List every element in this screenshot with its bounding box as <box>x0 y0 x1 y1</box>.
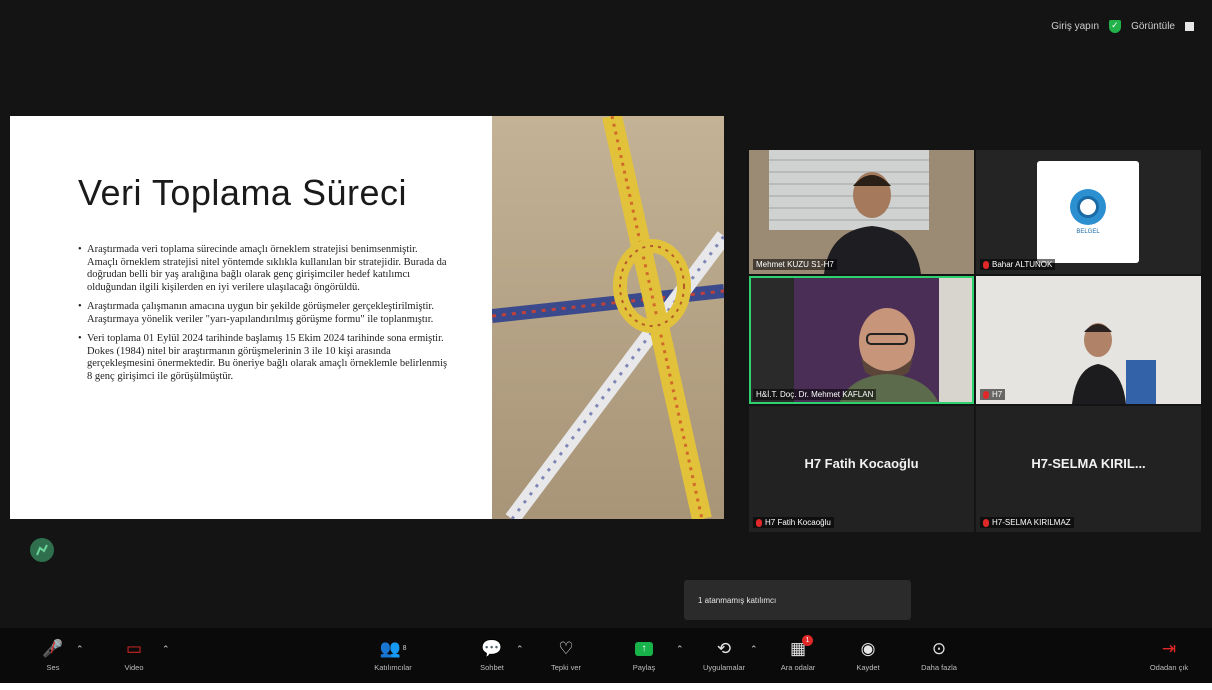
record-button[interactable]: ◉ Kaydet <box>848 628 888 683</box>
breakout-rooms-button[interactable]: ▦ 1 Ara odalar <box>772 628 824 683</box>
view-button[interactable]: Görüntüle <box>1131 21 1175 32</box>
video-tile-mehmet-kaflan[interactable]: H&İ.T. Doç. Dr. Mehmet KAFLAN <box>749 276 974 404</box>
participants-button[interactable]: 👥 8 Katılımcılar <box>365 628 421 683</box>
chat-icon: 💬 <box>481 639 503 658</box>
slide-bullet-2: Araştırmada çalışmanın amacına uygun bir… <box>78 301 450 326</box>
breakout-rooms-icon: ▦ 1 <box>790 635 814 659</box>
share-screen-button[interactable]: ↑ Paylaş <box>624 628 664 683</box>
participant-name-tag: H7 <box>980 389 1006 400</box>
leave-icon: ⇥ <box>1161 639 1177 658</box>
slide-bullet-3: Veri toplama 01 Eylül 2024 tarihinde baş… <box>78 333 450 383</box>
video-options-caret[interactable]: ⌃ <box>162 644 170 655</box>
participant-display-name: H7 Fatih Kocaoğlu <box>804 456 919 471</box>
grid-view-icon[interactable] <box>1185 22 1194 31</box>
video-button[interactable]: ▭ Video <box>116 628 152 683</box>
participant-name-tag: H7-SELMA KIRILMAZ <box>980 517 1074 528</box>
mic-muted-icon <box>756 518 762 527</box>
share-screen-icon: ↑ <box>635 639 653 659</box>
mic-muted-icon <box>983 518 989 527</box>
video-tile-mehmet-kuzu[interactable]: Mehmet KUZU S1-H7 <box>749 150 974 274</box>
more-button[interactable]: ⊙ Daha fazla <box>914 628 964 683</box>
video-tile-h7[interactable]: H7 <box>976 276 1201 404</box>
profile-logo: BELGEL <box>1037 161 1139 263</box>
apps-button[interactable]: ⟲ Uygulamalar <box>694 628 754 683</box>
chat-options-caret[interactable]: ⌃ <box>516 644 524 655</box>
unassigned-participant-tooltip: 1 atanmamış katılımcı <box>684 580 911 620</box>
leave-button[interactable]: ⇥ Odadan çık <box>1144 628 1194 683</box>
video-tile-selma-kirilmaz[interactable]: H7-SELMA KIRIL... H7-SELMA KIRILMAZ <box>976 406 1201 532</box>
shared-screen: Veri Toplama Süreci Araştırmada veri top… <box>10 116 724 519</box>
share-options-caret[interactable]: ⌃ <box>676 644 684 655</box>
participant-display-name: H7-SELMA KIRIL... <box>1031 456 1146 471</box>
breakout-badge: 1 <box>802 635 814 646</box>
audio-options-caret[interactable]: ⌃ <box>76 644 84 655</box>
participant-name-tag: H7 Fatih Kocaoğlu <box>753 517 834 528</box>
shield-check-icon[interactable] <box>1109 20 1122 33</box>
apps-options-caret[interactable]: ⌃ <box>750 644 758 655</box>
mic-muted-icon <box>983 260 989 269</box>
mic-muted-icon <box>983 390 989 399</box>
reactions-button[interactable]: ♡ Tepki ver <box>542 628 590 683</box>
chat-button[interactable]: 💬 Sohbet <box>472 628 512 683</box>
video-tile-fatih-kocaoglu[interactable]: H7 Fatih Kocaoğlu H7 Fatih Kocaoğlu <box>749 406 974 532</box>
heart-icon: ♡ <box>558 639 574 658</box>
participant-name-tag: Bahar ALTUNOK <box>980 259 1056 270</box>
top-bar: Giriş yapın Görüntüle <box>0 0 1212 54</box>
participant-name-tag: Mehmet KUZU S1-H7 <box>753 259 837 270</box>
more-icon: ⊙ <box>931 639 947 658</box>
audio-button[interactable]: 🎤 / Ses <box>36 628 70 683</box>
participant-name-tag: H&İ.T. Doç. Dr. Mehmet KAFLAN <box>753 389 877 400</box>
apps-icon: ⟲ <box>716 639 732 658</box>
bottom-strip <box>0 683 1212 690</box>
slide-bullet-1: Araştırmada veri toplama sürecinde amaçl… <box>78 244 450 294</box>
record-icon: ◉ <box>860 639 876 658</box>
slide-title: Veri Toplama Süreci <box>78 172 407 213</box>
globe-icon <box>1070 189 1106 225</box>
top-right-controls: Giriş yapın Görüntüle <box>1051 20 1194 33</box>
mic-muted-icon: 🎤 / <box>42 639 64 658</box>
participants-icon: 👥 8 <box>379 639 407 658</box>
rope-knot-image <box>492 116 724 519</box>
video-tile-bahar-altunok[interactable]: BELGEL Bahar ALTUNOK <box>976 150 1201 274</box>
meeting-toolbar: 🎤 / Ses ⌃ ▭ Video ⌃ 👥 8 Katılımcılar 💬 Soh… <box>0 628 1212 683</box>
slide-bullets: Araştırmada veri toplama sürecinde amaçl… <box>78 244 450 390</box>
signin-link[interactable]: Giriş yapın <box>1051 21 1099 32</box>
video-off-icon: ▭ <box>125 639 143 658</box>
floating-avatar[interactable] <box>30 538 54 562</box>
